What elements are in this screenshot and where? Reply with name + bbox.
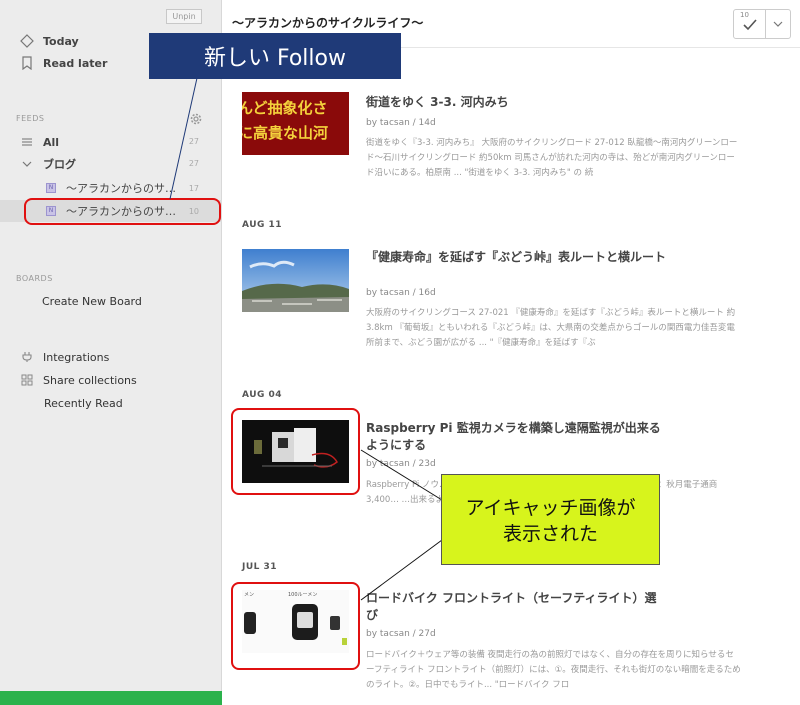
feed-all-label: All (43, 135, 60, 149)
article-snippet: ロードバイク＋ウェア等の装備 夜間走行の為の前照灯ではなく、自分の存在を周りに知… (366, 650, 741, 690)
feed-favicon-icon: N (46, 183, 56, 193)
nav-share-collections-label: Share collections (43, 373, 137, 387)
gear-icon[interactable] (189, 111, 203, 125)
share-collections-icon (20, 373, 34, 387)
article-title[interactable]: ロードバイク フロントライト（セーフティライト）選び (366, 590, 666, 624)
article-snippet: 街道をゆく『3-3. 河内みち』 大阪府のサイクリングロード 27-012 臥龍… (366, 138, 738, 178)
boards-section-title: BOARDS (16, 274, 53, 283)
nav-integrations[interactable]: Integrations (20, 348, 109, 366)
today-icon (20, 34, 34, 48)
feed-all[interactable]: All (20, 133, 59, 151)
bookmark-icon (20, 56, 34, 70)
nav-read-later-label: Read later (43, 56, 108, 70)
article-thumbnail[interactable] (242, 249, 349, 312)
create-new-board-link[interactable]: Create New Board (42, 292, 142, 310)
article-title[interactable]: 『健康寿命』を延ばす『ぶどう峠』表ルートと横ルート (366, 249, 666, 266)
mark-as-read-dropdown[interactable] (766, 10, 790, 38)
highlight-thumbnail (231, 408, 360, 495)
article-thumbnail[interactable]: んど抽象化さ に高貴な山河 (242, 92, 349, 155)
article-meta: by tacsan / 16d (366, 288, 436, 298)
nav-read-later[interactable]: Read later (20, 54, 107, 72)
feed-all-count: 27 (188, 137, 199, 146)
article-title[interactable]: Raspberry Pi 監視カメラを構築し遠隔監視が出来るようにする (366, 420, 666, 454)
date-group-label: JUL 31 (242, 562, 278, 572)
list-icon (20, 135, 34, 149)
thumbnail-text: んど抽象化さ に高貴な山河 (242, 99, 329, 142)
nav-recently-read[interactable]: Recently Read (44, 394, 123, 412)
mark-as-read-control[interactable]: 10 (733, 9, 791, 39)
category-blog-count: 27 (188, 159, 199, 168)
chevron-down-icon[interactable] (20, 157, 34, 171)
category-blog-label: ブログ (43, 158, 76, 171)
callout-eyecatch-line1: アイキャッチ画像が (465, 497, 636, 519)
nav-today[interactable]: Today (20, 32, 79, 50)
feed-title: ～アラカンからのサイクルライフ～ (232, 16, 424, 30)
checkmark-icon (743, 19, 757, 31)
unread-count: 10 (740, 11, 749, 19)
feed-item-label: ～アラカンからのサ… (66, 182, 176, 195)
callout-new-follow: 新しい Follow (149, 33, 401, 79)
nav-integrations-label: Integrations (43, 350, 110, 364)
feedly-green-bar (0, 691, 222, 705)
feed-item-count: 17 (188, 184, 199, 193)
nav-share-collections[interactable]: Share collections (20, 371, 137, 389)
highlight-new-feed (24, 198, 221, 225)
unpin-button[interactable]: Unpin (166, 9, 202, 24)
article-snippet: 大阪府のサイクリングコース 27-021 『健康寿命』を延ばす『ぶどう峠』表ルー… (366, 308, 736, 348)
highlight-thumbnail (231, 582, 360, 670)
callout-eyecatch-line2: 表示された (502, 523, 598, 545)
sidebar: Unpin Today Read later FEEDS All 27 ブログ … (0, 0, 222, 705)
article-meta: by tacsan / 23d (366, 459, 436, 469)
date-group-label: AUG 04 (242, 390, 283, 400)
article-meta: by tacsan / 27d (366, 629, 436, 639)
chevron-down-icon (773, 21, 783, 27)
article-meta: by tacsan / 14d (366, 118, 436, 128)
feeds-section-title: FEEDS (16, 114, 45, 123)
date-group-label: AUG 11 (242, 220, 283, 230)
plug-icon (20, 350, 34, 364)
article-title[interactable]: 街道をゆく 3-3. 河内みち (366, 94, 666, 111)
callout-eyecatch: アイキャッチ画像が 表示された (441, 474, 660, 565)
mark-as-read-button[interactable]: 10 (734, 10, 766, 38)
category-blog[interactable]: ブログ (20, 155, 76, 173)
nav-today-label: Today (43, 34, 79, 48)
